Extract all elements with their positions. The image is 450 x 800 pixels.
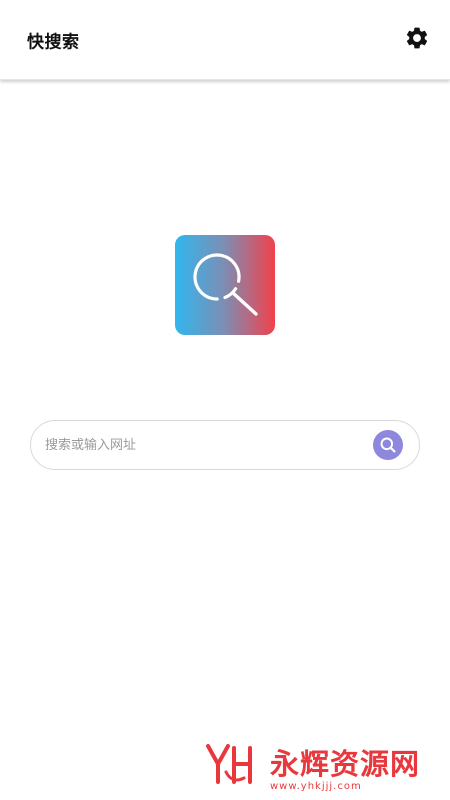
app-bar: 快搜索 xyxy=(0,0,450,80)
search-input[interactable] xyxy=(45,421,365,469)
watermark-logo-icon xyxy=(204,742,260,786)
app-logo xyxy=(175,235,275,335)
search-icon xyxy=(379,436,397,454)
watermark: 永辉资源网 xyxy=(204,742,420,786)
settings-button[interactable] xyxy=(403,24,431,52)
search-button[interactable] xyxy=(373,430,403,460)
watermark-url: www.yhkjjj.com xyxy=(270,781,362,792)
app-title: 快搜索 xyxy=(27,32,80,53)
gear-icon xyxy=(404,25,430,51)
magnifier-icon xyxy=(175,253,275,335)
watermark-brand: 永辉资源网 xyxy=(270,746,421,781)
search-bar xyxy=(30,420,420,470)
